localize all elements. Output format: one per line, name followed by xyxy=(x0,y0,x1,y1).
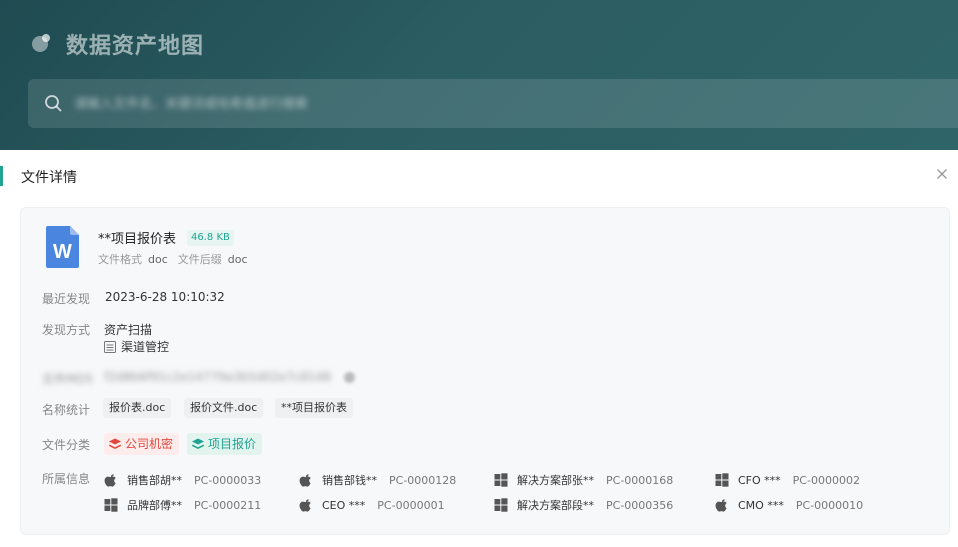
apple-icon xyxy=(715,499,727,512)
device-item[interactable]: 品牌部傅** PC-0000211 xyxy=(104,497,261,513)
windows-icon xyxy=(715,473,729,487)
svg-text:W: W xyxy=(53,241,72,263)
names-label: 名称统计 xyxy=(42,403,91,417)
device-code: PC-0000010 xyxy=(795,498,864,512)
apple-icon xyxy=(299,474,311,487)
hash-label: 文件MD5 xyxy=(42,372,94,386)
discovered-label: 最近发现 xyxy=(42,292,91,306)
file-suffix-value: doc xyxy=(227,253,248,266)
device-item[interactable]: 销售部钱** PC-0000128 xyxy=(299,472,456,488)
device-owner: 销售部胡** xyxy=(127,474,182,487)
device-owner: 解决方案部张** xyxy=(517,474,594,487)
file-name: **项目报价表 xyxy=(98,232,177,247)
name-pill: 报价表.doc xyxy=(103,398,172,418)
word-file-icon: W xyxy=(46,226,79,268)
discovered-value: 2023-6-28 10:10:32 xyxy=(105,290,225,304)
name-pill: 报价文件.doc xyxy=(184,398,264,418)
windows-icon xyxy=(494,498,508,512)
device-owner: CFO *** xyxy=(738,473,781,487)
device-item[interactable]: CFO *** PC-0000002 xyxy=(715,472,860,488)
logo-icon xyxy=(32,34,50,52)
category-tag-label: 项目报价 xyxy=(208,437,257,451)
page-title: 数据资产地图 xyxy=(66,34,205,59)
method-channel-label: 渠道管控 xyxy=(121,340,170,354)
windows-icon xyxy=(104,498,118,512)
copy-icon[interactable] xyxy=(343,371,356,384)
file-format-value: doc xyxy=(148,253,168,266)
device-code: PC-0000211 xyxy=(194,498,262,512)
device-owner: 销售部钱** xyxy=(322,474,377,487)
device-item[interactable]: CEO *** PC-0000001 xyxy=(299,497,445,513)
channel-icon xyxy=(104,340,116,353)
close-icon[interactable] xyxy=(933,165,951,183)
owner-label: 所属信息 xyxy=(42,472,91,486)
device-item[interactable]: 解决方案部段** PC-0000356 xyxy=(494,497,673,513)
device-owner: CEO *** xyxy=(322,498,366,512)
category-tag-confidential[interactable]: 公司机密 xyxy=(104,433,180,455)
device-owner: 解决方案部段** xyxy=(517,499,594,512)
file-format-label: 文件格式 xyxy=(98,253,142,266)
device-item[interactable]: CMO *** PC-0000010 xyxy=(715,497,863,513)
search-input[interactable]: 请输入文件名、关键词或哈希值进行搜索 xyxy=(28,79,958,128)
page-header: 数据资产地图 请输入文件名、关键词或哈希值进行搜索 xyxy=(0,0,958,150)
device-code: PC-0000002 xyxy=(792,473,860,487)
device-item[interactable]: 销售部胡** PC-0000033 xyxy=(104,472,261,488)
device-code: PC-0000128 xyxy=(389,473,457,487)
layers-icon xyxy=(109,438,121,449)
layers-icon xyxy=(192,438,204,449)
category-tag-quote[interactable]: 项目报价 xyxy=(187,433,263,455)
apple-icon xyxy=(104,474,116,487)
name-pill: **项目报价表 xyxy=(275,398,353,418)
device-owner: 品牌部傅** xyxy=(127,499,182,512)
method-label: 发现方式 xyxy=(42,323,91,337)
apple-icon xyxy=(299,499,311,512)
file-size-badge: 46.8 KB xyxy=(187,230,234,246)
method-channel: 渠道管控 xyxy=(104,338,169,355)
device-item[interactable]: 解决方案部张** PC-0000168 xyxy=(494,472,673,488)
search-icon xyxy=(45,95,62,112)
windows-icon xyxy=(494,473,508,487)
category-tag-label: 公司机密 xyxy=(125,437,174,451)
panel-title: 文件详情 xyxy=(21,170,77,186)
device-code: PC-0000356 xyxy=(606,498,674,512)
file-meta: 文件格式 doc 文件后缀 doc xyxy=(98,251,258,267)
device-code: PC-0000001 xyxy=(377,498,445,512)
device-owner: CMO *** xyxy=(738,498,784,512)
device-code: PC-0000033 xyxy=(194,473,262,487)
title-accent-bar xyxy=(0,166,3,186)
category-label: 文件分类 xyxy=(42,438,91,452)
device-code: PC-0000168 xyxy=(606,473,674,487)
search-placeholder: 请输入文件名、关键词或哈希值进行搜索 xyxy=(74,97,309,112)
method-scan: 资产扫描 xyxy=(104,323,153,337)
hash-value: f2d8b6f91c2e14779a3b5d02e7c8148 xyxy=(104,370,331,384)
file-suffix-label: 文件后缀 xyxy=(177,253,222,266)
